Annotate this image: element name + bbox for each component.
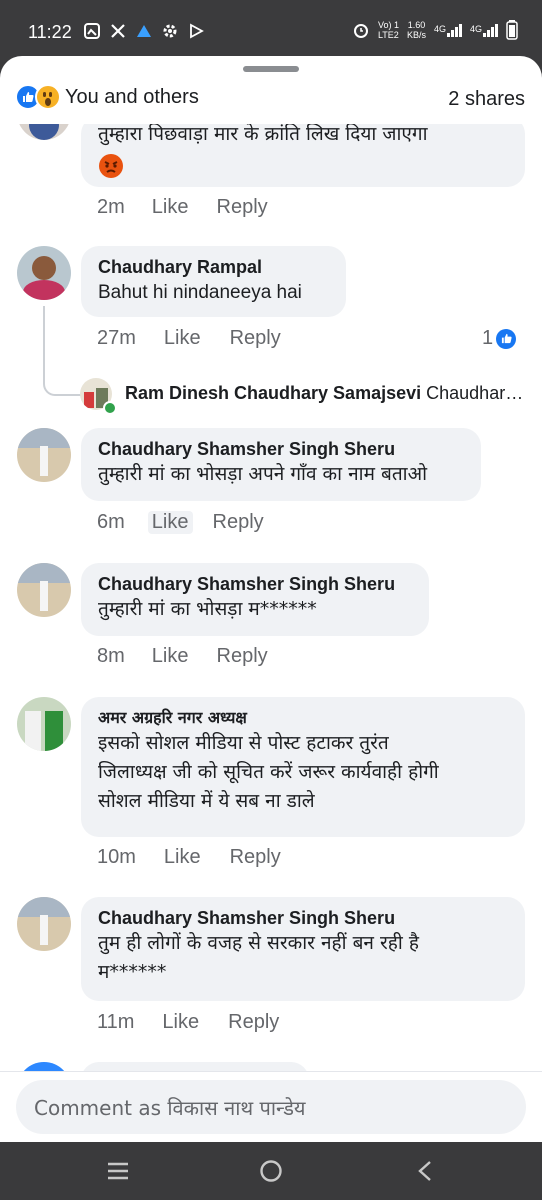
- x-icon: [111, 24, 125, 38]
- avatar[interactable]: [17, 897, 71, 951]
- sheet-drag-handle[interactable]: [243, 66, 299, 72]
- gallery-icon: [84, 23, 100, 39]
- comment-time: 8m: [97, 645, 125, 667]
- comment-author[interactable]: Chaudhary Shamsher Singh Sheru: [98, 438, 464, 460]
- reply-button[interactable]: Reply: [213, 511, 264, 534]
- comment-bubble[interactable]: Chaudhary Shamsher Singh Sheru तुम्हारी …: [81, 563, 429, 636]
- comment-bubble[interactable]: Chaudhary Shamsher Singh Sheru तुम ही लो…: [81, 897, 525, 1001]
- reply-button[interactable]: Reply: [230, 327, 281, 350]
- comment-bubble[interactable]: तुम्हारा पिछवाड़ा मार के क्रांति लिख दिय…: [81, 116, 525, 187]
- comment-bubble[interactable]: अमर अग्रहरि नगर अध्यक्ष इसको सोशल मीडिया…: [81, 697, 525, 837]
- comment-author[interactable]: Chaudhary Shamsher Singh Sheru: [98, 907, 508, 929]
- comment-meta: 11m Like Reply: [97, 1011, 279, 1034]
- comment-text-line: इसको सोशल मीडिया से पोस्ट हटाकर तुरंत: [98, 732, 389, 754]
- play-icon: [190, 23, 204, 39]
- reply-button[interactable]: Reply: [230, 846, 281, 869]
- status-bar: 11:22 Vo) 1 LTE2 1.60 KB/s 4G 4G: [0, 0, 542, 62]
- avatar[interactable]: [17, 428, 71, 482]
- comment-reaction-count[interactable]: 1: [482, 327, 517, 350]
- signal-sim2: 4G: [469, 23, 498, 37]
- like-reaction-icon: [496, 328, 517, 349]
- comment-composer: Comment as विकास नाथ पान्डेय: [0, 1071, 542, 1142]
- reply-button[interactable]: Reply: [217, 645, 268, 668]
- comment-time: 10m: [97, 846, 136, 868]
- back-chevron-icon[interactable]: [417, 1160, 433, 1182]
- comment-bubble[interactable]: Chaudhary Rampal Bahut hi nindaneeya hai: [81, 246, 346, 317]
- reactions-label: You and others: [65, 85, 199, 108]
- like-button[interactable]: Like: [152, 196, 189, 219]
- like-button[interactable]: Like: [164, 846, 201, 869]
- speed-unit: KB/s: [406, 30, 426, 40]
- avatar[interactable]: [17, 246, 71, 300]
- comment-text: Bahut hi nindaneeya hai: [98, 282, 302, 303]
- alarm-icon: [353, 24, 368, 38]
- reactions-summary[interactable]: You and others: [15, 84, 199, 110]
- sim2-label: 4G: [469, 23, 482, 34]
- comment-time: 11m: [97, 1011, 135, 1033]
- home-circle-icon[interactable]: [259, 1159, 283, 1183]
- comment-meta: 10m Like Reply: [97, 846, 281, 869]
- comment-text-line: सोशल मीडिया में ये सब ना डाले: [98, 790, 315, 812]
- speed-label: 1.60 KB/s: [407, 20, 426, 40]
- comment-time: 27m: [97, 327, 136, 349]
- like-button[interactable]: Like: [152, 645, 189, 668]
- comment-bubble[interactable]: Chaudhary Shamsher Singh Sheru तुम्हारी …: [81, 428, 481, 501]
- reply-preview-text: Ram Dinesh Chaudhary Samajsevi Chaudhar…: [125, 383, 523, 404]
- comment-text: तुम्हारी मां का भोसड़ा म******: [98, 598, 317, 620]
- comment-time: 6m: [97, 511, 125, 533]
- thread-connector: [43, 306, 81, 396]
- avatar[interactable]: [17, 563, 71, 617]
- comment-text: तुम्हारी मां का भोसड़ा अपने गाँव का नाम …: [98, 463, 428, 485]
- comment-meta: 2m Like Reply: [97, 196, 268, 219]
- status-right-indicators: Vo) 1 LTE2 1.60 KB/s 4G 4G: [352, 20, 518, 40]
- reaction-count: 1: [482, 327, 494, 349]
- comment-author[interactable]: Chaudhary Rampal: [98, 256, 329, 278]
- comment-author[interactable]: Chaudhary Shamsher Singh Sheru: [98, 573, 412, 595]
- status-time: 11:22: [28, 22, 72, 42]
- comment-text: तुम्हारा पिछवाड़ा मार के क्रांति लिख दिय…: [98, 123, 428, 145]
- status-notification-icons: [84, 23, 204, 39]
- reply-snippet: Chaudhar…: [426, 383, 524, 403]
- reactions-header: You and others 2 shares: [0, 80, 542, 124]
- reply-author: Ram Dinesh Chaudhary Samajsevi: [125, 383, 422, 403]
- wow-reaction-icon: [35, 84, 61, 110]
- alert-icon: [137, 25, 151, 37]
- menu-icon[interactable]: [107, 1162, 129, 1180]
- system-nav-bar: [0, 1142, 542, 1200]
- like-button[interactable]: Like: [162, 1011, 199, 1034]
- shares-count[interactable]: 2 shares: [448, 88, 525, 111]
- comment-meta: 27m Like Reply: [97, 327, 281, 350]
- like-button[interactable]: Like: [147, 511, 193, 534]
- comments-sheet: You and others 2 shares तुम्हारा पिछवाड़…: [0, 56, 542, 1142]
- settings-icon: [163, 24, 177, 38]
- network-label-line2: LTE2: [377, 30, 399, 40]
- signal-sim1: 4G: [433, 23, 462, 37]
- network-label: Vo) 1 LTE2: [378, 20, 399, 40]
- reply-button[interactable]: Reply: [228, 1011, 279, 1034]
- comment-text-line: जिलाध्यक्ष जी को सूचित करें जरूर कार्यवा…: [98, 761, 439, 783]
- comment-meta: 6m Like Reply: [97, 511, 264, 534]
- comment-input[interactable]: Comment as विकास नाथ पान्डेय: [16, 1080, 526, 1134]
- comment-text-line: तुम ही लोगों के वजह से सरकार नहीं बन रही…: [98, 932, 419, 954]
- sim1-label: 4G: [433, 23, 446, 34]
- reply-button[interactable]: Reply: [217, 196, 268, 219]
- comment-time: 2m: [97, 196, 125, 218]
- comment-text-line: म******: [98, 961, 167, 983]
- reply-preview[interactable]: Ram Dinesh Chaudhary Samajsevi Chaudhar…: [80, 378, 525, 415]
- online-indicator: [103, 401, 117, 415]
- network-label-line1: Vo) 1: [377, 20, 399, 30]
- comment-author[interactable]: अमर अग्रहरि नगर अध्यक्ष: [98, 707, 508, 729]
- angry-emoji-icon: [99, 154, 123, 178]
- comment-meta: 8m Like Reply: [97, 645, 268, 668]
- like-button[interactable]: Like: [164, 327, 201, 350]
- avatar[interactable]: [17, 697, 71, 751]
- speed-value: 1.60: [407, 20, 426, 30]
- battery-icon: [506, 20, 518, 40]
